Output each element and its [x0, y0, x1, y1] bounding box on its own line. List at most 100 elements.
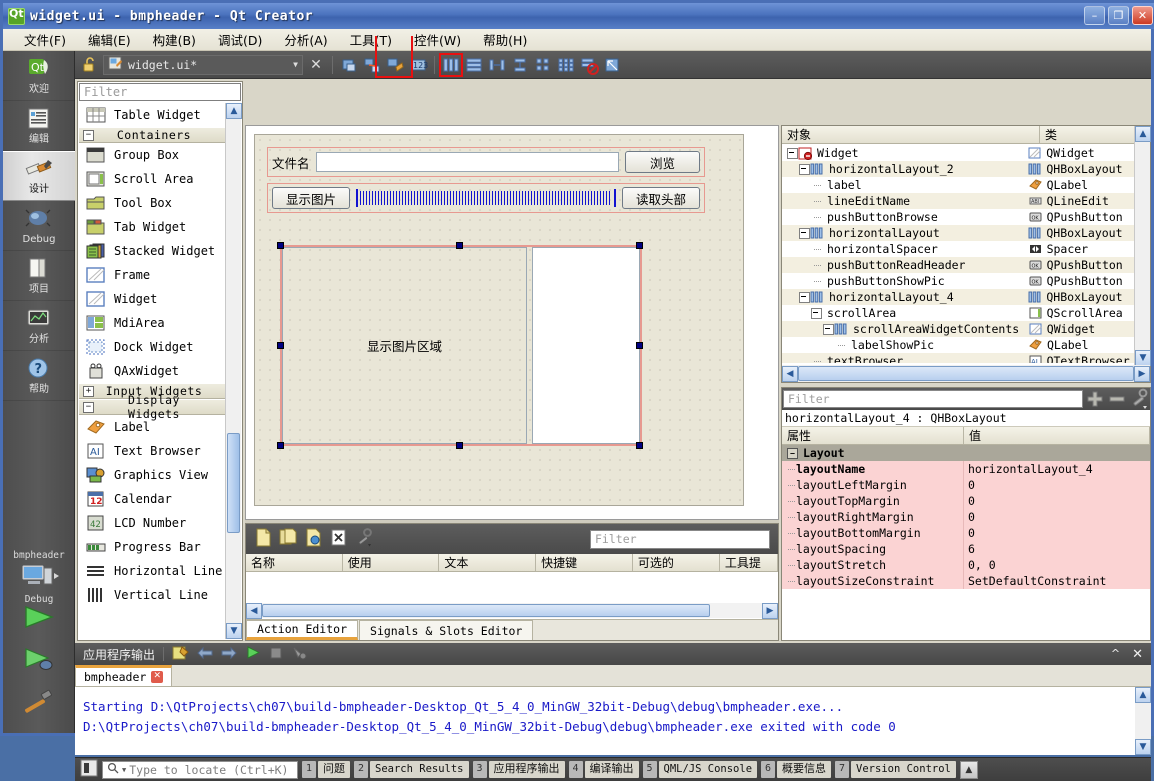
resize-handle-bl[interactable]: [277, 442, 284, 449]
form-horizontal-spacer[interactable]: [356, 189, 616, 207]
widget-item-scroll-area[interactable]: Scroll Area: [79, 167, 227, 191]
stop-output-icon[interactable]: [269, 646, 284, 663]
menu-file[interactable]: 文件(F): [13, 28, 77, 51]
unlock-icon[interactable]: [80, 55, 100, 75]
widget-item-vertical-line[interactable]: Vertical Line: [79, 583, 227, 607]
layout-form-button[interactable]: [533, 55, 553, 75]
layout-splitter-vertical-button[interactable]: [510, 55, 530, 75]
layout-horizontalLayout[interactable]: 显示图片 读取头部: [267, 183, 705, 213]
menu-window[interactable]: 控件(W): [403, 28, 472, 51]
hscrollbar-thumb[interactable]: [798, 366, 1134, 381]
property-value[interactable]: horizontalLayout_4: [964, 461, 1150, 477]
mode-projects[interactable]: 项目: [3, 251, 75, 301]
close-button[interactable]: ✕: [1132, 6, 1153, 25]
remove-property-button[interactable]: [1106, 388, 1128, 410]
widget-item-table-widget[interactable]: Table Widget: [79, 103, 227, 127]
tree-row-horizontalLayout[interactable]: horizontalLayout QHBoxLayout: [782, 225, 1135, 241]
mode-design[interactable]: 设计: [3, 151, 75, 201]
tree-expander-icon[interactable]: [798, 289, 810, 305]
col-class[interactable]: 类: [1040, 126, 1135, 143]
run-output-icon[interactable]: [245, 645, 261, 663]
configure-icon[interactable]: [354, 528, 373, 550]
tree-expander-icon[interactable]: [798, 161, 810, 177]
property-row-layoutName[interactable]: layoutName horizontalLayout_4: [782, 461, 1150, 477]
tree-row-scrollAreaWidgetContents[interactable]: scrollAreaWidgetContents QWidget: [782, 321, 1135, 337]
form-button-showpic[interactable]: 显示图片: [272, 187, 350, 209]
tree-row-horizontalLayout_4[interactable]: horizontalLayout_4 QHBoxLayout: [782, 289, 1135, 305]
configure-property-button[interactable]: [1128, 388, 1150, 410]
col-property[interactable]: 属性: [782, 427, 964, 444]
menu-help[interactable]: 帮助(H): [472, 28, 538, 51]
tree-expander-icon[interactable]: [822, 321, 834, 337]
widget-box-scrollbar[interactable]: ▲ ▼: [225, 103, 242, 639]
updown-arrow-icon[interactable]: ▲: [959, 760, 978, 779]
resize-handle-mr[interactable]: [636, 342, 643, 349]
output-tab-bmpheader[interactable]: bmpheader ✕: [75, 665, 173, 686]
tree-row-horizontalLayout_2[interactable]: horizontalLayout_2 QHBoxLayout: [782, 161, 1135, 177]
output-text-area[interactable]: Starting D:\QtProjects\ch07\build-bmphea…: [75, 687, 1135, 755]
output-settings-icon[interactable]: [172, 645, 189, 664]
attach-output-icon[interactable]: [292, 646, 308, 663]
collapse-icon[interactable]: −: [83, 129, 94, 141]
action-editor-hscrollbar[interactable]: ◀ ▶: [246, 602, 778, 619]
widget-item-group-box[interactable]: Group Box: [79, 143, 227, 167]
scroll-down-button[interactable]: ▼: [1135, 739, 1151, 755]
tab-action-editor[interactable]: Action Editor: [246, 620, 359, 640]
resize-handle-tc[interactable]: [456, 242, 463, 249]
object-inspector-hscrollbar[interactable]: ◀ ▶: [782, 365, 1150, 382]
menu-build[interactable]: 构建(B): [142, 28, 207, 51]
widget-item-graphics-view[interactable]: Graphics View: [79, 463, 227, 487]
property-filter-input[interactable]: Filter: [783, 390, 1083, 408]
status-item-issues[interactable]: 1 问题: [302, 761, 350, 778]
property-value[interactable]: 0: [964, 493, 1150, 509]
break-layout-button[interactable]: [579, 55, 599, 75]
tree-row-pushButtonReadHeader[interactable]: pushButtonReadHeader OK QPushButton: [782, 257, 1135, 273]
resize-handle-tl[interactable]: [277, 242, 284, 249]
status-item-search-results[interactable]: 2 Search Results: [354, 761, 469, 778]
close-tab-icon[interactable]: ✕: [151, 671, 164, 683]
scroll-down-button[interactable]: ▼: [226, 623, 242, 639]
col-value[interactable]: 值: [964, 427, 1150, 444]
property-value[interactable]: SetDefaultConstraint: [964, 573, 1150, 589]
mode-debug[interactable]: Debug: [3, 201, 75, 251]
widget-item-calendar[interactable]: 12 Calendar: [79, 487, 227, 511]
action-editor-filter-input[interactable]: Filter: [590, 529, 770, 549]
widget-item-stacked-widget[interactable]: Stacked Widget: [79, 239, 227, 263]
mode-welcome[interactable]: Qt 欢迎: [3, 51, 75, 101]
property-row-layoutSpacing[interactable]: layoutSpacing 6: [782, 541, 1150, 557]
property-value[interactable]: 6: [964, 541, 1150, 557]
widget-item-text-browser[interactable]: AI Text Browser: [79, 439, 227, 463]
property-row-layoutBottomMargin[interactable]: layoutBottomMargin 0: [782, 525, 1150, 541]
hscroll-right-button[interactable]: ▶: [1134, 365, 1150, 382]
widget-category-display-widgets[interactable]: − Display Widgets: [79, 393, 227, 421]
add-property-button[interactable]: [1084, 388, 1106, 410]
property-value[interactable]: 0: [964, 525, 1150, 541]
col-shortcut[interactable]: 快捷键: [536, 554, 633, 571]
layout-vertically-button[interactable]: [464, 55, 484, 75]
object-inspector-vscrollbar[interactable]: ▲ ▼: [1134, 126, 1151, 366]
widget-item-mdi-area[interactable]: MdiArea: [79, 311, 227, 335]
close-output-button[interactable]: ✕: [1132, 647, 1143, 662]
property-row-layoutSizeConstraint[interactable]: layoutSizeConstraint SetDefaultConstrain…: [782, 573, 1150, 589]
resize-handle-bc[interactable]: [456, 442, 463, 449]
property-row-layoutTopMargin[interactable]: layoutTopMargin 0: [782, 493, 1150, 509]
mode-analyze[interactable]: 分析: [3, 301, 75, 351]
output-vscrollbar[interactable]: ▲ ▼: [1135, 687, 1151, 755]
property-value[interactable]: 0: [964, 477, 1150, 493]
tree-row-labelShowPic[interactable]: labelShowPic QLabel: [782, 337, 1135, 353]
close-document-button[interactable]: ✕: [306, 55, 326, 75]
locator-input[interactable]: ▼ Type to locate (Ctrl+K): [102, 760, 298, 779]
new-action-icon[interactable]: [254, 528, 273, 550]
resize-handle-br[interactable]: [636, 442, 643, 449]
tree-row-textBrowser[interactable]: textBrowser AI QTextBrowser: [782, 353, 1135, 363]
menu-analyze[interactable]: 分析(A): [273, 28, 338, 51]
col-tooltip[interactable]: 工具提: [720, 554, 778, 571]
debug-button[interactable]: [3, 639, 75, 681]
property-value[interactable]: 0, 0: [964, 557, 1150, 573]
scroll-up-button[interactable]: ▲: [226, 103, 242, 119]
mode-edit[interactable]: 编辑: [3, 101, 75, 151]
layout-grid-button[interactable]: [556, 55, 576, 75]
tree-expander-icon[interactable]: [786, 145, 798, 161]
status-item-compile-output[interactable]: 4 编译输出: [568, 761, 639, 778]
col-text[interactable]: 文本: [439, 554, 537, 571]
